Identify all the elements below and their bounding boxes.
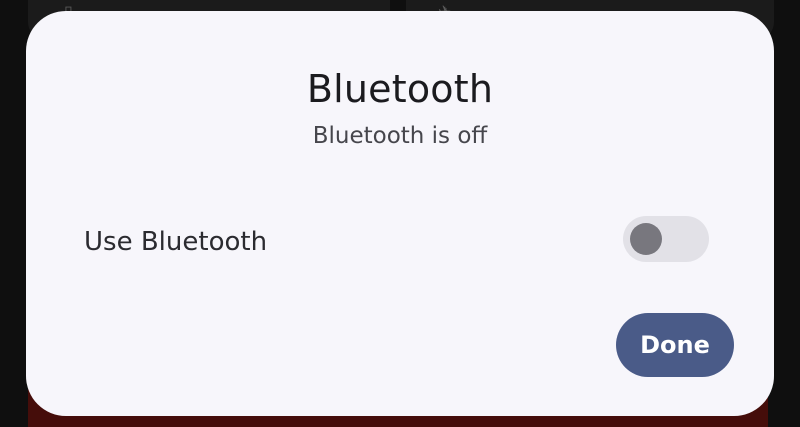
bluetooth-dialog: Bluetooth Bluetooth is off Use Bluetooth… xyxy=(26,11,774,416)
use-bluetooth-label: Use Bluetooth xyxy=(84,227,268,257)
toggle-thumb xyxy=(630,223,662,255)
done-button[interactable]: Done xyxy=(616,313,734,377)
bluetooth-status-text: Bluetooth is off xyxy=(312,123,488,149)
use-bluetooth-toggle[interactable] xyxy=(623,216,709,262)
dialog-title: Bluetooth xyxy=(306,67,494,111)
